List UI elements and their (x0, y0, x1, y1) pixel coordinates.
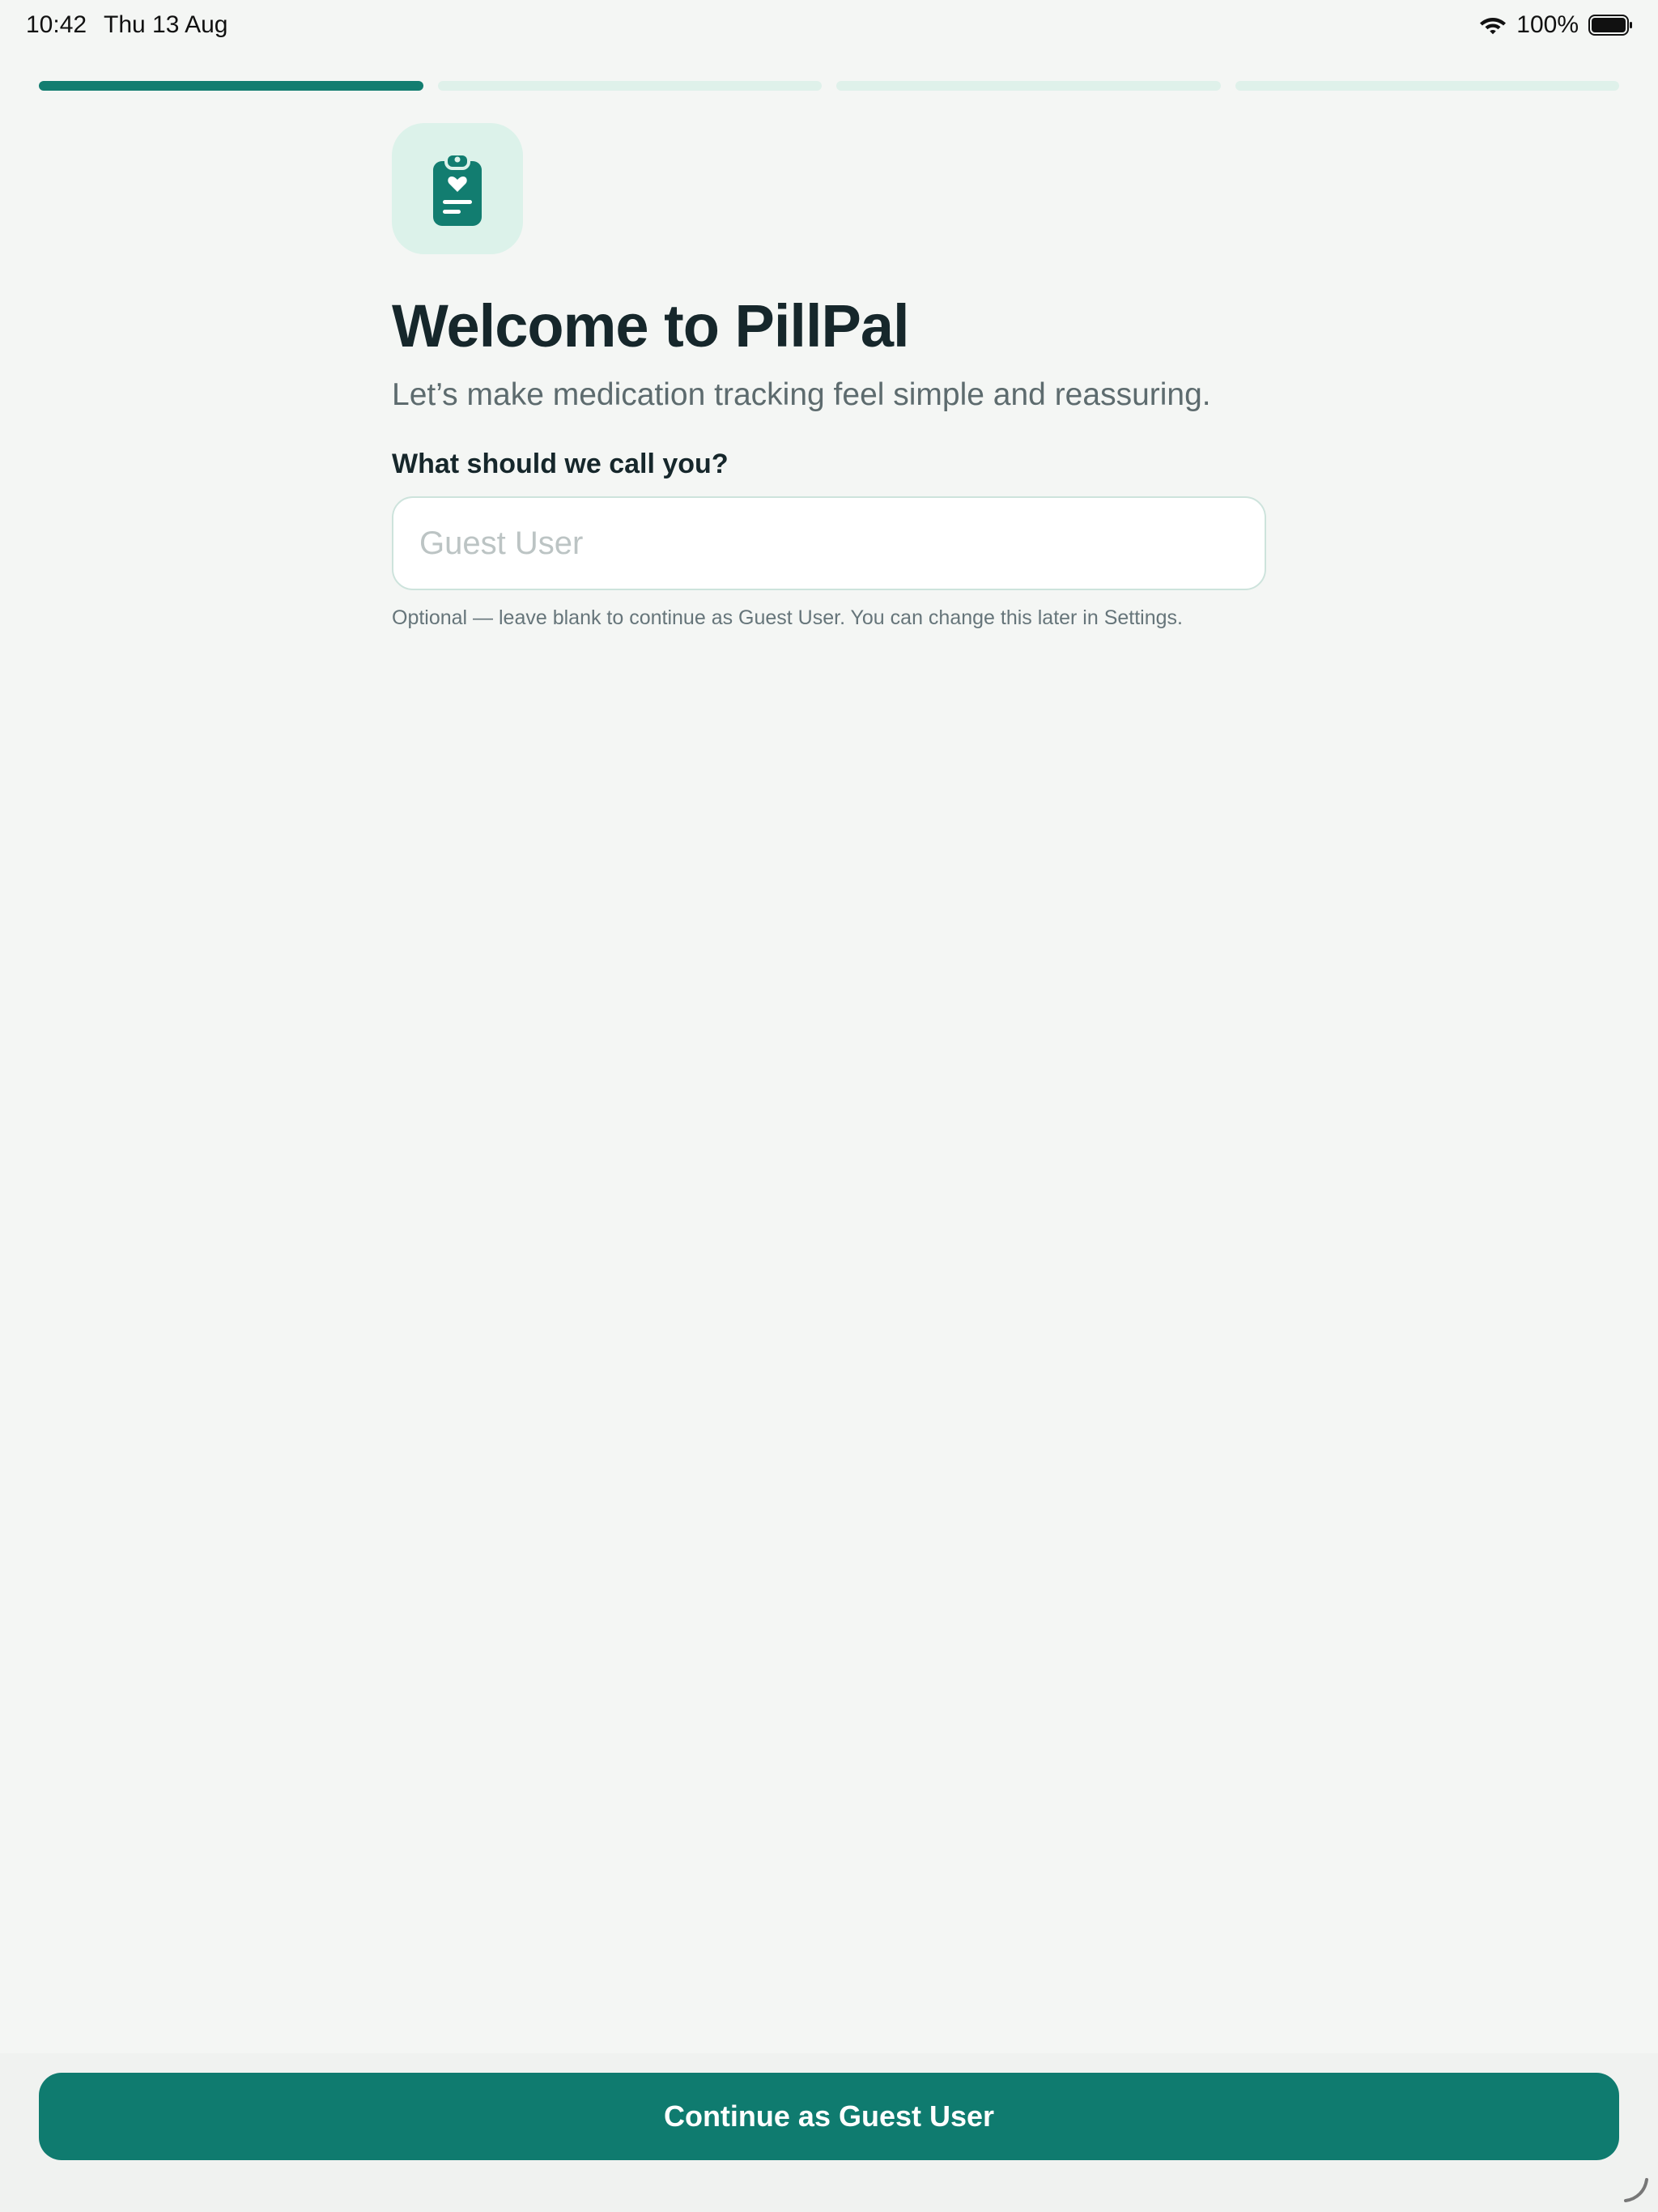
clipboard-heart-icon (433, 152, 482, 226)
welcome-section: Welcome to PillPal Let’s make medication… (392, 123, 1266, 630)
status-date: Thu 13 Aug (104, 11, 228, 38)
bottom-bar: Continue as Guest User (0, 2053, 1658, 2212)
app-icon-tile (392, 123, 523, 254)
name-field-label: What should we call you? (392, 449, 729, 480)
page-title: Welcome to PillPal (392, 292, 910, 359)
continue-button[interactable]: Continue as Guest User (39, 2073, 1619, 2160)
wifi-icon (1480, 18, 1507, 35)
helper-text: Optional — leave blank to continue as Gu… (392, 606, 1183, 630)
battery-icon (1588, 15, 1632, 36)
resize-handle-icon (1624, 2178, 1648, 2202)
name-input[interactable] (392, 496, 1266, 591)
status-time: 10:42 (26, 11, 87, 38)
subtitle: Let’s make medication tracking feel simp… (392, 377, 1211, 413)
progress-step-2 (437, 81, 822, 91)
onboarding-progress (39, 81, 1619, 91)
battery-percent: 100% (1516, 11, 1579, 38)
progress-step-3 (836, 81, 1221, 91)
progress-step-1 (39, 81, 423, 91)
status-indicators: 100% (1479, 11, 1634, 39)
progress-step-4 (1235, 81, 1619, 91)
status-bar: 10:42 Thu 13 Aug 100% (0, 0, 1658, 52)
